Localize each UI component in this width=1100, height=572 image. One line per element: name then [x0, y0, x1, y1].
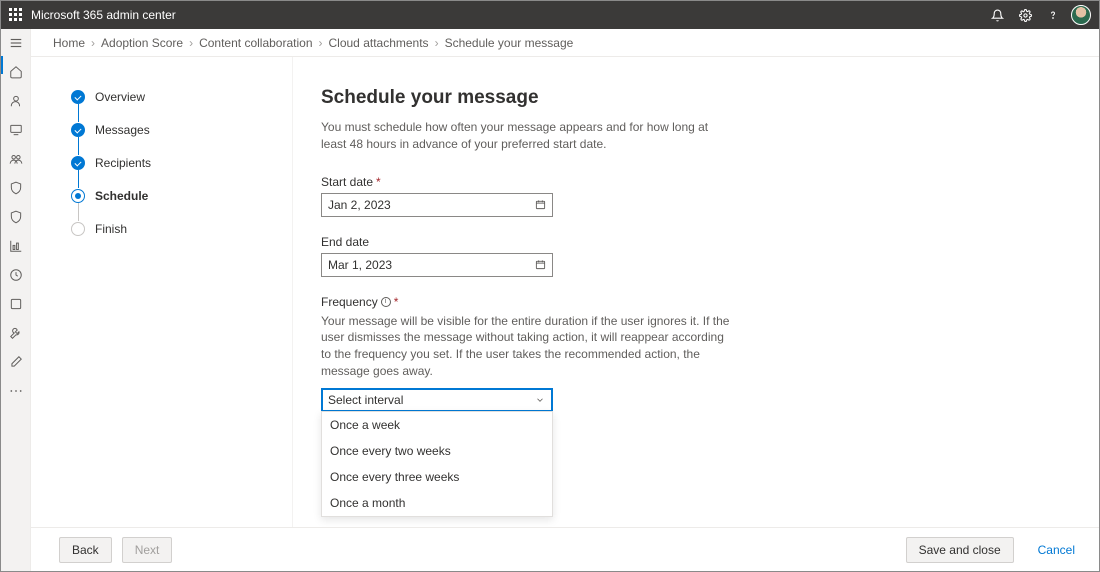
- app-title: Microsoft 365 admin center: [31, 8, 979, 22]
- check-icon: [71, 156, 85, 170]
- end-date-label: End date: [321, 235, 369, 249]
- frequency-dropdown: Once a week Once every two weeks Once ev…: [321, 411, 553, 517]
- more-icon[interactable]: [8, 383, 24, 399]
- form-panel: Schedule your message You must schedule …: [293, 57, 1099, 527]
- cancel-link[interactable]: Cancel: [1038, 543, 1075, 557]
- frequency-option[interactable]: Once every three weeks: [322, 464, 552, 490]
- settings-icon[interactable]: [1015, 5, 1035, 25]
- required-marker: *: [376, 175, 381, 189]
- wizard-steps: Overview Messages Recipients Schedule Fi…: [31, 57, 293, 527]
- check-icon: [71, 90, 85, 104]
- frequency-select[interactable]: Select interval: [321, 388, 553, 412]
- crumb-current: Schedule your message: [445, 36, 574, 50]
- start-date-label: Start date: [321, 175, 373, 189]
- shield-icon[interactable]: [8, 180, 24, 196]
- frequency-option[interactable]: Once every two weeks: [322, 438, 552, 464]
- shield2-icon[interactable]: [8, 209, 24, 225]
- save-close-button[interactable]: Save and close: [906, 537, 1014, 563]
- page-title: Schedule your message: [321, 87, 1059, 109]
- frequency-option[interactable]: Once a month: [322, 490, 552, 516]
- nav-toggle-icon[interactable]: [8, 35, 24, 51]
- help-icon[interactable]: [1043, 5, 1063, 25]
- notifications-icon[interactable]: [987, 5, 1007, 25]
- back-button[interactable]: Back: [59, 537, 112, 563]
- health-icon[interactable]: [8, 267, 24, 283]
- breadcrumb: Home› Adoption Score› Content collaborat…: [31, 29, 1099, 57]
- calendar-icon: [534, 199, 546, 211]
- start-date-field: Start date * Jan 2, 2023: [321, 175, 1059, 217]
- active-indicator: [1, 56, 3, 74]
- admin-icon[interactable]: [8, 296, 24, 312]
- groups-icon[interactable]: [8, 151, 24, 167]
- wizard-footer: Back Next Save and close Cancel: [31, 527, 1099, 571]
- step-finish[interactable]: Finish: [71, 221, 272, 236]
- chevron-down-icon: [534, 394, 546, 406]
- step-overview[interactable]: Overview: [71, 89, 272, 104]
- crumb-cloud[interactable]: Cloud attachments: [329, 36, 429, 50]
- step-schedule[interactable]: Schedule: [71, 188, 272, 203]
- start-date-value: Jan 2, 2023: [328, 198, 391, 212]
- end-date-field: End date Mar 1, 2023: [321, 235, 1059, 277]
- step-messages[interactable]: Messages: [71, 122, 272, 137]
- frequency-field: Frequency i * Your message will be visib…: [321, 295, 1059, 517]
- frequency-option[interactable]: Once a week: [322, 412, 552, 438]
- empty-dot-icon: [71, 222, 85, 236]
- crumb-content[interactable]: Content collaboration: [199, 36, 312, 50]
- current-dot-icon: [71, 189, 85, 203]
- users-icon[interactable]: [8, 93, 24, 109]
- edit-icon[interactable]: [8, 354, 24, 370]
- page-intro: You must schedule how often your message…: [321, 119, 711, 153]
- check-icon: [71, 123, 85, 137]
- crumb-adoption[interactable]: Adoption Score: [101, 36, 183, 50]
- account-avatar[interactable]: [1071, 5, 1091, 25]
- crumb-home[interactable]: Home: [53, 36, 85, 50]
- devices-icon[interactable]: [8, 122, 24, 138]
- wrench-icon[interactable]: [8, 325, 24, 341]
- next-button[interactable]: Next: [122, 537, 173, 563]
- step-recipients[interactable]: Recipients: [71, 155, 272, 170]
- frequency-help: Your message will be visible for the ent…: [321, 313, 731, 380]
- app-launcher-icon[interactable]: [9, 8, 23, 22]
- end-date-input[interactable]: Mar 1, 2023: [321, 253, 553, 277]
- info-icon[interactable]: i: [381, 297, 391, 307]
- required-marker: *: [394, 295, 399, 309]
- reports-icon[interactable]: [8, 238, 24, 254]
- frequency-label: Frequency: [321, 295, 378, 309]
- calendar-icon: [534, 259, 546, 271]
- global-header: Microsoft 365 admin center: [1, 1, 1099, 29]
- frequency-placeholder: Select interval: [328, 393, 403, 407]
- home-icon[interactable]: [8, 64, 24, 80]
- left-nav-rail: [1, 29, 31, 571]
- start-date-input[interactable]: Jan 2, 2023: [321, 193, 553, 217]
- end-date-value: Mar 1, 2023: [328, 258, 392, 272]
